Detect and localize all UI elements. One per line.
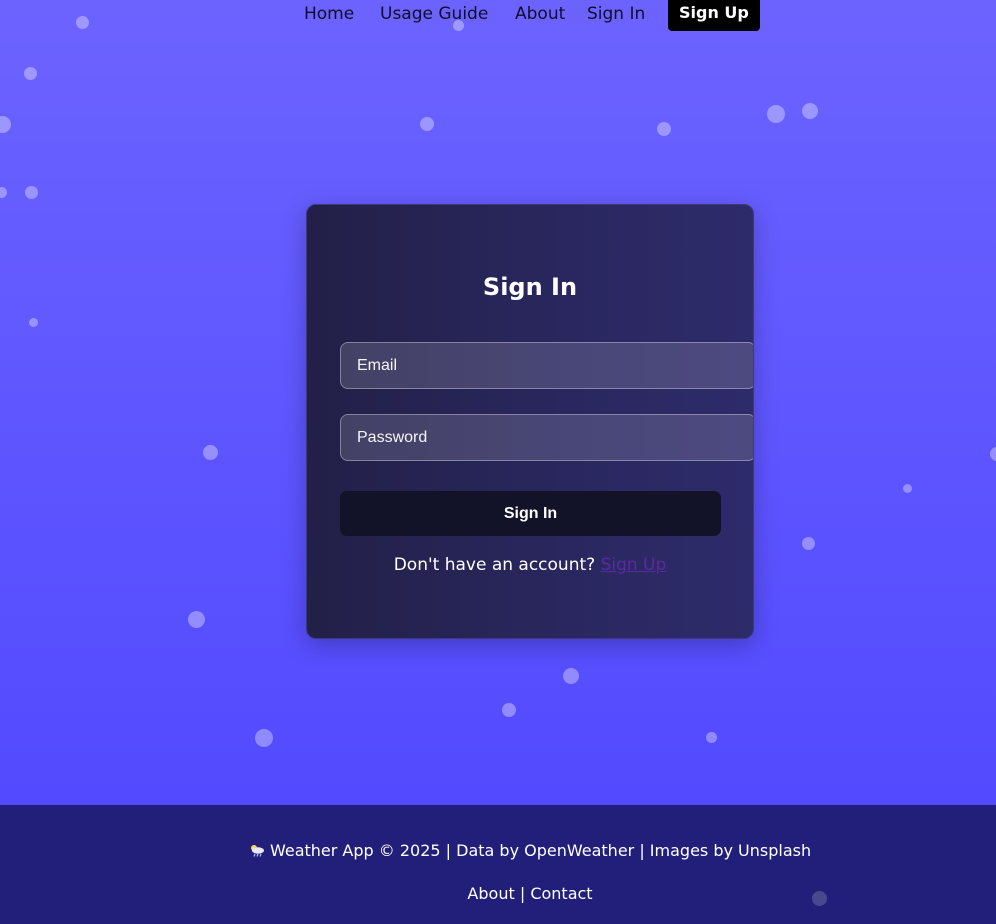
form-title: Sign In bbox=[482, 273, 578, 301]
password-field[interactable] bbox=[340, 414, 753, 461]
sign-up-prompt-text: Don't have an account? bbox=[393, 555, 596, 575]
top-nav: Home Usage Guide About Sign In Sign Up bbox=[0, 0, 996, 32]
nav-home-link[interactable]: Home bbox=[304, 4, 354, 24]
footer-separator: | bbox=[519, 884, 526, 903]
sign-in-button[interactable]: Sign In bbox=[340, 491, 721, 536]
footer-about-link[interactable]: About bbox=[467, 884, 514, 903]
page: Home Usage Guide About Sign In Sign Up S… bbox=[0, 0, 996, 924]
nav-sign-in-link[interactable]: Sign In bbox=[587, 4, 645, 24]
nav-sign-up-button[interactable]: Sign Up bbox=[668, 0, 760, 31]
footer: Weather App © 2025 | Data by OpenWeather… bbox=[0, 805, 996, 924]
footer-credit-line: Weather App © 2025 | Data by OpenWeather… bbox=[0, 841, 996, 860]
cloud-sun-rain-icon bbox=[249, 841, 270, 860]
nav-usage-guide-link[interactable]: Usage Guide bbox=[380, 4, 488, 24]
footer-contact-link[interactable]: Contact bbox=[530, 884, 592, 903]
footer-links: About | Contact bbox=[0, 884, 996, 903]
email-field[interactable] bbox=[340, 342, 753, 389]
footer-credit-text: Weather App © 2025 | Data by OpenWeather… bbox=[269, 841, 812, 860]
sign-up-prompt: Don't have an account? Sign Up bbox=[307, 555, 753, 575]
nav-about-link[interactable]: About bbox=[515, 4, 565, 24]
sign-in-card: Sign In Sign In Don't have an account? S… bbox=[306, 204, 754, 639]
sign-up-link[interactable]: Sign Up bbox=[601, 555, 667, 575]
